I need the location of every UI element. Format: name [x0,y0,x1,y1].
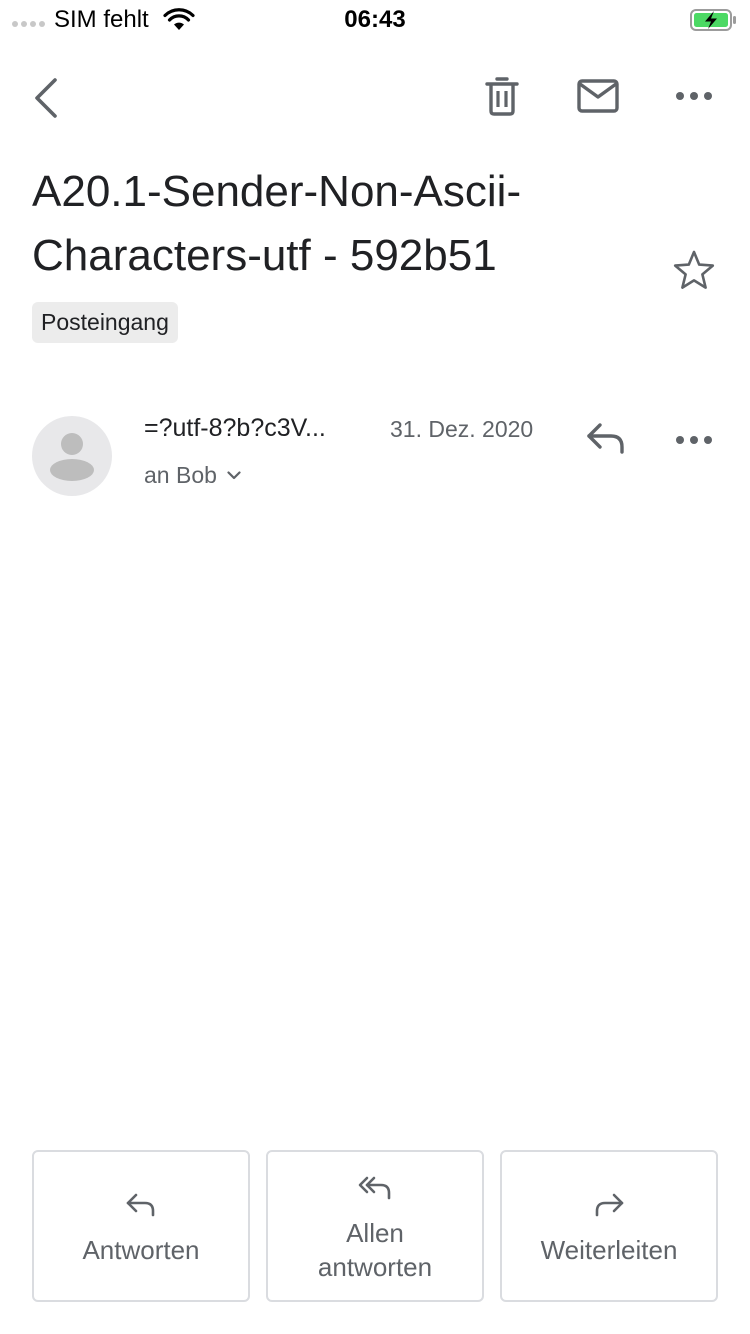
chevron-down-icon [227,471,241,480]
forward-icon [595,1193,624,1217]
reply-button[interactable] [580,412,632,464]
sender-avatar[interactable] [32,416,112,496]
message-date: 31. Dez. 2020 [390,416,534,442]
star-button[interactable] [668,244,720,296]
more-horizontal-icon [676,436,712,444]
trash-icon [485,77,519,116]
forward-action-button[interactable]: Weiterleiten [500,1150,718,1302]
battery-charging-icon [690,9,736,31]
message-more-button[interactable] [666,412,722,468]
mark-unread-button[interactable] [570,68,626,124]
reply-icon [587,423,624,454]
star-outline-icon [673,250,715,289]
reply-all-label: Allen antworten [317,1218,433,1282]
sender-name[interactable]: =?utf-8?b?c3V... [144,414,364,443]
label-chip-inbox[interactable]: Posteingang [32,302,178,343]
back-button[interactable] [18,70,74,126]
more-options-button[interactable] [666,68,722,124]
reply-label: Antworten [82,1235,200,1265]
forward-label: Weiterleiten [540,1235,678,1265]
chevron-left-icon [35,78,57,118]
recipient-details-toggle[interactable]: an Bob [144,462,241,489]
recipient-text: an Bob [144,462,217,488]
mail-icon [577,79,619,113]
status-time: 06:43 [344,6,406,33]
reply-action-button[interactable]: Antworten [32,1150,250,1302]
reply-all-icon [358,1176,391,1200]
person-icon [50,433,94,481]
reply-all-action-button[interactable]: Allen antworten [266,1150,484,1302]
more-horizontal-icon [676,92,712,100]
status-bar: SIM fehlt 06:43 [0,0,750,40]
email-subject: A20.1-Sender-Non-Ascii-Characters-utf - … [32,167,522,280]
delete-button[interactable] [474,68,530,124]
reply-icon [126,1193,155,1217]
